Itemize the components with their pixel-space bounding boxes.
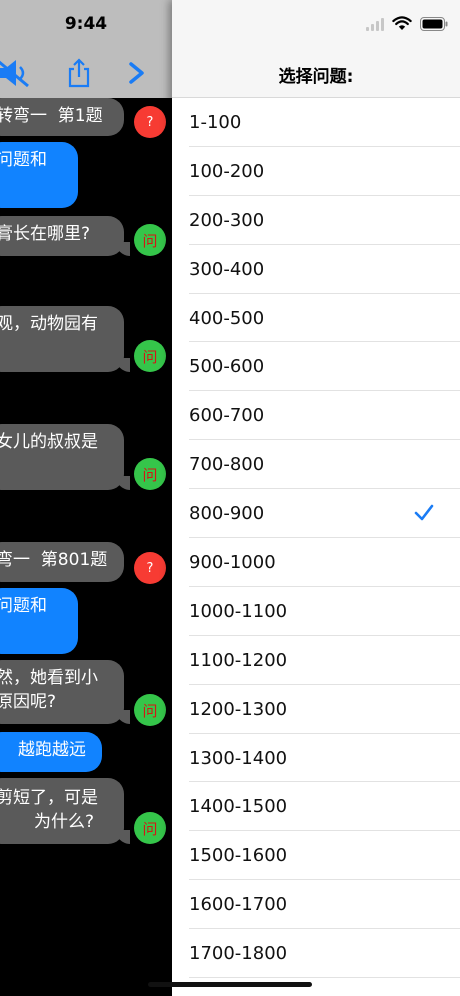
range-option-label: 1700-1800 bbox=[189, 943, 288, 965]
range-option[interactable]: 1000-1100 bbox=[172, 587, 460, 636]
ask-badge[interactable]: 问 bbox=[134, 458, 166, 490]
status-time: 9:44 bbox=[64, 14, 108, 34]
range-option-label: 400-500 bbox=[189, 307, 265, 329]
screen: 9:44 转弯一 第1题 ? 问题和 膏长在哪里? 问 观，动物园有 问 女儿的… bbox=[0, 0, 460, 996]
ask-badge[interactable]: 问 bbox=[134, 224, 166, 256]
message-bubble: 女儿的叔叔是 bbox=[0, 424, 124, 490]
forward-icon[interactable] bbox=[124, 56, 150, 90]
question-range-list: 1-100 100-200 200-300 300-400 400-500 500-600… bbox=[172, 98, 460, 979]
range-option-label: 1300-1400 bbox=[189, 747, 288, 769]
range-option[interactable]: 800-900 bbox=[172, 489, 460, 539]
message-bubble-multiline: 然，她看到小 原因呢? bbox=[0, 660, 124, 724]
question-badge[interactable]: ? bbox=[134, 552, 166, 584]
range-option[interactable]: 1200-1300 bbox=[172, 685, 460, 734]
question-badge[interactable]: ? bbox=[134, 106, 166, 138]
message-bubble: 膏长在哪里? bbox=[0, 216, 124, 256]
picker-header: 选择问题: bbox=[172, 0, 460, 98]
message-bubble: 弯一 第801题 bbox=[0, 542, 124, 582]
range-option[interactable]: 400-500 bbox=[172, 294, 460, 343]
range-option-label: 900-1000 bbox=[189, 551, 276, 573]
message-bubble: 问题和 bbox=[0, 588, 78, 654]
range-option[interactable]: 1-100 bbox=[172, 98, 460, 147]
range-option[interactable]: 1700-1800 bbox=[172, 929, 460, 979]
ask-badge[interactable]: 问 bbox=[134, 812, 166, 844]
mute-icon[interactable] bbox=[0, 56, 36, 90]
range-option[interactable]: 200-300 bbox=[172, 196, 460, 245]
range-option[interactable]: 1300-1400 bbox=[172, 734, 460, 783]
wifi-icon bbox=[392, 16, 412, 30]
range-option-label: 1400-1500 bbox=[189, 796, 288, 818]
range-option[interactable]: 1400-1500 bbox=[172, 782, 460, 832]
message-bubble: 转弯一 第1题 bbox=[0, 98, 124, 136]
message-bubble: 观，动物园有 bbox=[0, 306, 124, 372]
range-option[interactable]: 1100-1200 bbox=[172, 636, 460, 685]
range-option-label: 500-600 bbox=[189, 356, 265, 378]
range-option-label: 800-900 bbox=[189, 503, 265, 525]
range-option[interactable]: 300-400 bbox=[172, 245, 460, 294]
range-option-label: 1100-1200 bbox=[189, 649, 288, 671]
share-icon[interactable] bbox=[64, 56, 94, 90]
range-option[interactable]: 600-700 bbox=[172, 391, 460, 441]
message-line: 然，她看到小 bbox=[0, 668, 98, 688]
chat-header: 9:44 bbox=[0, 0, 172, 98]
range-option[interactable]: 500-600 bbox=[172, 342, 460, 392]
message-line: 原因呢? bbox=[0, 692, 57, 712]
checkmark-icon bbox=[414, 504, 434, 521]
range-option-label: 1600-1700 bbox=[189, 894, 288, 916]
picker-title: 选择问题: bbox=[278, 67, 354, 87]
range-option-label: 1-100 bbox=[189, 111, 242, 133]
message-bubble: 问题和 bbox=[0, 142, 78, 208]
range-option-label: 700-800 bbox=[189, 454, 265, 476]
range-option-label: 600-700 bbox=[189, 405, 265, 427]
ask-badge[interactable]: 问 bbox=[134, 694, 166, 726]
message-bubble: 越跑越远 bbox=[0, 732, 102, 772]
message-bubble-multiline: 剪短了，可是 为什么? bbox=[0, 778, 124, 844]
range-option[interactable]: 700-800 bbox=[172, 440, 460, 490]
range-option[interactable]: 900-1000 bbox=[172, 538, 460, 587]
row-divider bbox=[189, 977, 460, 979]
range-option-label: 200-300 bbox=[189, 209, 265, 231]
range-option-label: 1000-1100 bbox=[189, 600, 288, 622]
chat-pane: 9:44 转弯一 第1题 ? 问题和 膏长在哪里? 问 观，动物园有 问 女儿的… bbox=[0, 0, 172, 996]
range-option[interactable]: 1600-1700 bbox=[172, 880, 460, 930]
signal-icon bbox=[366, 17, 384, 31]
range-option[interactable]: 1500-1600 bbox=[172, 831, 460, 881]
range-option-label: 100-200 bbox=[189, 160, 265, 182]
bubble-tail bbox=[116, 830, 130, 844]
range-option-label: 1500-1600 bbox=[189, 845, 288, 867]
bubble-tail bbox=[116, 358, 130, 372]
range-option[interactable]: 100-200 bbox=[172, 147, 460, 196]
bubble-tail bbox=[116, 242, 130, 256]
bubble-tail bbox=[116, 476, 130, 490]
range-option-label: 300-400 bbox=[189, 258, 265, 280]
status-icons bbox=[366, 16, 448, 31]
bubble-tail bbox=[116, 710, 130, 724]
range-option-label: 1200-1300 bbox=[189, 698, 288, 720]
message-line: 为什么? bbox=[34, 812, 95, 832]
battery-icon bbox=[420, 16, 448, 31]
ask-badge[interactable]: 问 bbox=[134, 340, 166, 372]
home-indicator[interactable] bbox=[148, 982, 312, 987]
message-line: 剪短了，可是 bbox=[0, 788, 98, 808]
question-picker-panel: 选择问题: 1-100 100-200 200-300 300-400 400-500 5… bbox=[172, 0, 460, 996]
